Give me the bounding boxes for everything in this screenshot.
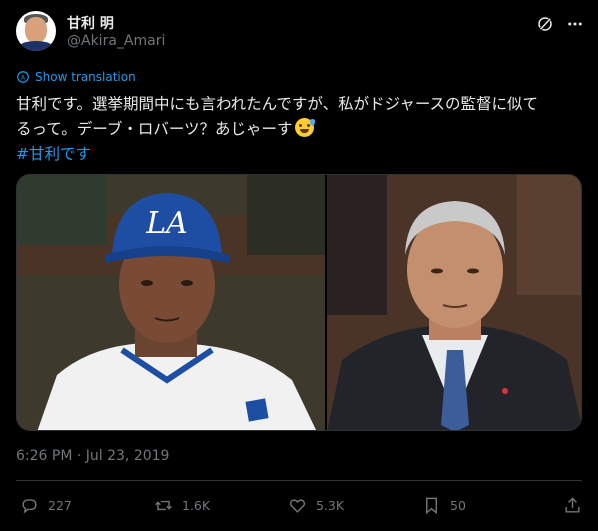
like-button[interactable]: 5.3K (288, 496, 344, 515)
repost-icon (155, 500, 172, 511)
grok-icon[interactable] (536, 15, 554, 33)
action-bar: 227 1.6K 5.3K 50 (16, 496, 582, 520)
reply-button[interactable]: 227 (20, 496, 72, 515)
svg-text:A: A (21, 75, 25, 81)
bookmark-button[interactable]: 50 (422, 496, 466, 515)
media-image-right[interactable] (327, 175, 581, 430)
politician-photo (327, 175, 581, 430)
show-translation-link[interactable]: A Show translation (16, 70, 136, 84)
tweet-line-2-wrap: るって。デーブ・ロバーツ？あじゃーす (16, 117, 586, 142)
tweet-header: 甘利 明 @Akira_Amari (16, 11, 584, 53)
repost-button[interactable]: 1.6K (154, 496, 210, 515)
svg-text:LA: LA (145, 206, 188, 241)
share-icon (565, 497, 580, 513)
tweet-text: 甘利です。選挙期間中にも言われたんですが、私がドジャースの監督に似て るって。デ… (16, 92, 586, 167)
tweet-media[interactable]: LA (16, 174, 582, 431)
reply-count: 227 (48, 498, 72, 513)
reply-icon (22, 499, 37, 514)
translate-icon: A (17, 71, 29, 83)
tweet-timestamp[interactable]: 6:26 PM · Jul 23, 2019 (16, 448, 169, 464)
bookmark-count: 50 (450, 498, 466, 513)
share-button[interactable] (563, 496, 582, 515)
bookmark-icon (426, 497, 437, 515)
sweat-smile-emoji (294, 118, 315, 137)
like-count: 5.3K (316, 498, 345, 513)
tweet-line-1: 甘利です。選挙期間中にも言われたんですが、私がドジャースの監督に似て (16, 95, 539, 113)
dodgers-manager-photo: LA (17, 175, 325, 430)
divider (16, 480, 582, 481)
avatar[interactable] (16, 11, 56, 51)
show-translation-label: Show translation (35, 70, 136, 84)
media-image-left[interactable]: LA (17, 175, 325, 430)
tweet-line-2: るって。デーブ・ロバーツ？あじゃーす (16, 120, 293, 138)
heart-icon (289, 499, 306, 513)
author-name[interactable]: 甘利 明 (67, 13, 114, 33)
repost-count: 1.6K (182, 498, 211, 513)
more-icon[interactable] (566, 15, 584, 33)
hashtag-link[interactable]: #甘利です (16, 145, 91, 163)
author-handle[interactable]: @Akira_Amari (67, 33, 165, 49)
